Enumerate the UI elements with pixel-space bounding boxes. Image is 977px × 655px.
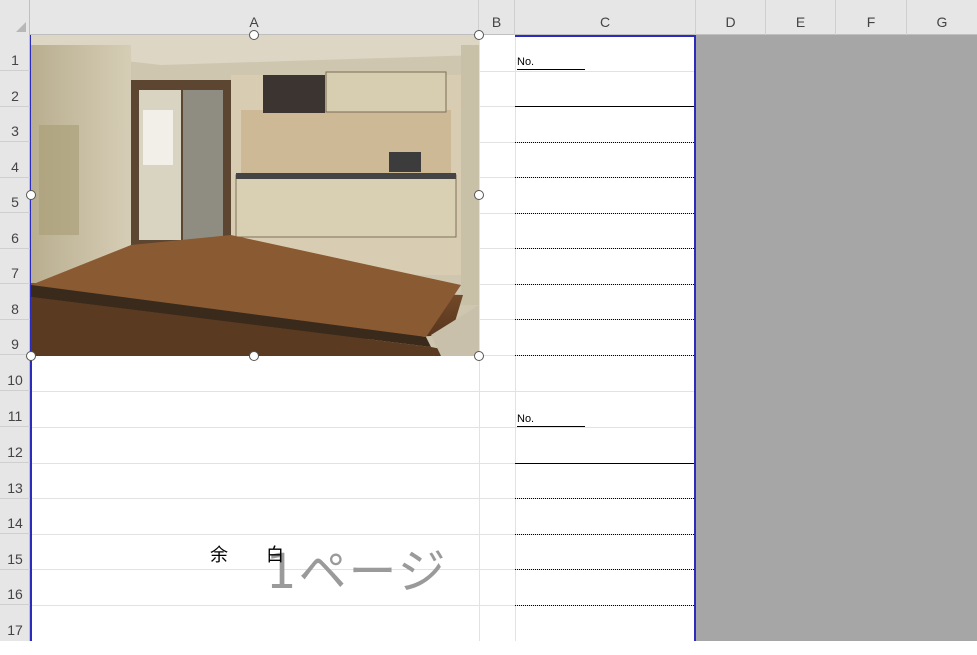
row-header-3[interactable]: 3 xyxy=(0,106,30,142)
row-header-7[interactable]: 7 xyxy=(0,248,30,284)
note-line xyxy=(515,248,694,249)
resize-handle-top-right[interactable] xyxy=(474,30,484,40)
title-underline-2 xyxy=(515,463,694,464)
note-line xyxy=(515,142,694,143)
row-header-16[interactable]: 16 xyxy=(0,569,30,605)
row-header-17[interactable]: 17 xyxy=(0,605,30,641)
row-header-2[interactable]: 2 xyxy=(0,71,30,107)
row-header-8[interactable]: 8 xyxy=(0,284,30,320)
column-header-e[interactable]: E xyxy=(766,0,836,35)
column-header-d[interactable]: D xyxy=(696,0,766,35)
row-header-13[interactable]: 13 xyxy=(0,463,30,499)
row-header-11[interactable]: 11 xyxy=(0,391,30,427)
row-header-6[interactable]: 6 xyxy=(0,213,30,249)
row-header-14[interactable]: 14 xyxy=(0,498,30,534)
column-header-c[interactable]: C xyxy=(515,0,696,35)
resize-handle-bottom-left[interactable] xyxy=(26,351,36,361)
resize-handle-right[interactable] xyxy=(474,190,484,200)
margin-note: 余白 xyxy=(210,545,322,565)
row-header-15[interactable]: 15 xyxy=(0,534,30,570)
page-break-right[interactable] xyxy=(694,35,696,641)
row-header-12[interactable]: 12 xyxy=(0,427,30,463)
row-header-bar: 1 2 3 4 5 6 7 8 9 10 11 12 13 14 15 16 1… xyxy=(0,35,30,641)
row-header-10[interactable]: 10 xyxy=(0,355,30,391)
row-header-1[interactable]: 1 xyxy=(0,35,30,71)
note-line xyxy=(515,605,694,606)
title-underline-1 xyxy=(515,106,694,107)
row-header-9[interactable]: 9 xyxy=(0,319,30,355)
outside-print-area[interactable] xyxy=(696,35,977,641)
resize-handle-bottom-right[interactable] xyxy=(474,351,484,361)
row-header-4[interactable]: 4 xyxy=(0,142,30,178)
column-header-g[interactable]: G xyxy=(907,0,977,35)
column-header-f[interactable]: F xyxy=(836,0,907,35)
note-line xyxy=(515,498,694,499)
resize-handle-left[interactable] xyxy=(26,190,36,200)
room-photo[interactable] xyxy=(31,35,479,356)
no-label-2: No. xyxy=(517,414,585,427)
note-line xyxy=(515,355,694,356)
select-all-button[interactable] xyxy=(0,0,30,35)
room-photo-image xyxy=(31,35,479,356)
note-line xyxy=(515,177,694,178)
column-header-b[interactable]: B xyxy=(479,0,515,35)
resize-handle-top[interactable] xyxy=(249,30,259,40)
resize-handle-bottom[interactable] xyxy=(249,351,259,361)
page-break-top xyxy=(515,35,696,37)
no-label-1: No. xyxy=(517,57,585,70)
note-line xyxy=(515,569,694,570)
note-line xyxy=(515,534,694,535)
column-header-bar: A B C D E F G xyxy=(0,0,977,35)
note-line xyxy=(515,284,694,285)
note-line xyxy=(515,213,694,214)
note-line xyxy=(515,319,694,320)
